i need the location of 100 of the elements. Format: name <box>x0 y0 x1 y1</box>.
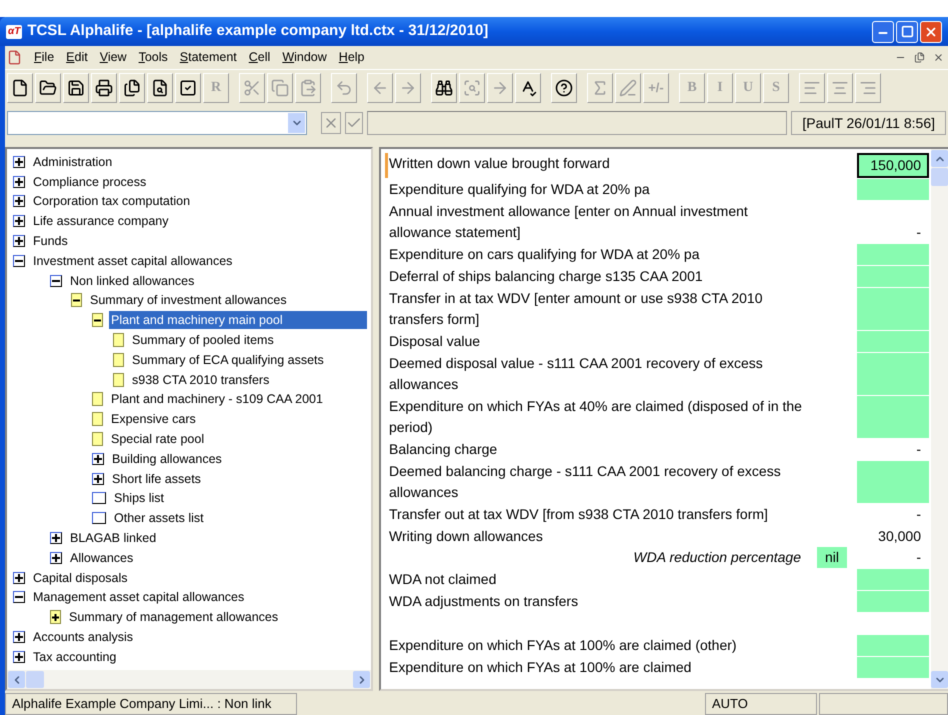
expand-plus-icon[interactable] <box>13 235 25 248</box>
row-label: Writing down allowances <box>388 526 544 546</box>
scroll-left-button[interactable] <box>8 671 25 688</box>
tree-item[interactable]: Summary of ECA qualifying assets <box>130 350 326 369</box>
document-minus-icon[interactable] <box>71 293 82 308</box>
tree-item[interactable]: Non linked allowances <box>68 272 196 290</box>
menu-item[interactable]: View <box>100 48 127 67</box>
expand-plus-icon[interactable] <box>13 195 25 208</box>
scroll-thumb[interactable] <box>931 168 948 186</box>
formula-field[interactable] <box>367 111 788 135</box>
toolbar-button[interactable] <box>551 72 577 102</box>
vertical-scrollbar[interactable] <box>931 149 948 689</box>
collapse-minus-icon[interactable] <box>50 274 62 287</box>
toolbar-button[interactable] <box>35 72 61 102</box>
expand-plus-icon[interactable] <box>92 472 104 485</box>
tree-item[interactable]: Corporation tax computation <box>31 192 192 210</box>
menu-item[interactable]: Edit <box>66 48 88 67</box>
toolbar-button[interactable] <box>431 72 457 102</box>
tree-item[interactable]: Capital disposals <box>31 568 130 587</box>
toolbar-button[interactable] <box>175 72 201 102</box>
expand-plus-icon[interactable] <box>13 572 25 584</box>
percentage-field[interactable]: nil <box>816 547 847 568</box>
cancel-button[interactable] <box>321 112 341 134</box>
tree-item[interactable]: Expensive cars <box>109 410 198 428</box>
restore-icon[interactable] <box>914 52 925 63</box>
collapse-minus-icon[interactable] <box>13 254 25 267</box>
input-cell[interactable] <box>857 330 929 352</box>
toolbar-button[interactable] <box>119 72 145 102</box>
tree-item[interactable]: Tax accounting <box>31 648 118 666</box>
tree-item[interactable]: Summary of investment allowances <box>88 291 289 310</box>
expand-plus-icon[interactable] <box>13 156 25 168</box>
input-cell[interactable] <box>857 266 929 286</box>
expand-plus-icon[interactable] <box>92 452 104 465</box>
input-cell[interactable] <box>857 460 929 502</box>
tree-item[interactable]: Administration <box>31 152 114 171</box>
tree-item[interactable]: Plant and machinery - s109 CAA 2001 <box>109 390 325 408</box>
scroll-right-button[interactable] <box>353 671 370 688</box>
menu-item[interactable]: File <box>34 48 54 67</box>
input-cell[interactable] <box>857 568 929 590</box>
folder-icon <box>39 78 57 96</box>
input-cell[interactable] <box>857 244 929 264</box>
menu-item[interactable]: Statement <box>180 48 237 67</box>
tree-item[interactable]: Accounts analysis <box>31 628 136 646</box>
input-cell[interactable]: 150,000 <box>857 152 929 178</box>
expand-plus-icon[interactable] <box>50 552 62 564</box>
input-cell[interactable] <box>857 634 929 656</box>
menu-item[interactable]: Help <box>338 48 365 67</box>
tree-item[interactable]: Life assurance company <box>31 212 170 230</box>
app-logo: αT <box>6 24 22 38</box>
document-plus-icon[interactable] <box>50 610 61 624</box>
maximize-button[interactable] <box>896 20 918 42</box>
tree-item[interactable]: Summary of management allowances <box>67 608 280 626</box>
expand-plus-icon[interactable] <box>13 215 25 228</box>
scroll-down-button[interactable] <box>931 671 948 688</box>
tree-item[interactable]: Other assets list <box>112 509 206 528</box>
tree-item[interactable]: Summary of pooled items <box>130 331 276 350</box>
tree-item[interactable]: Management asset capital allowances <box>31 588 246 606</box>
tree-item[interactable]: Allowances <box>68 548 136 567</box>
input-cell[interactable] <box>857 352 929 394</box>
tree-item[interactable]: Funds <box>31 232 70 250</box>
input-cell[interactable] <box>857 288 929 330</box>
toolbar-button[interactable] <box>515 72 541 102</box>
tree-item[interactable]: Compliance process <box>31 172 148 191</box>
dropdown-button[interactable] <box>288 113 305 133</box>
expand-plus-icon[interactable] <box>50 532 62 544</box>
toolbar-button[interactable] <box>63 72 89 102</box>
toolbar-button[interactable] <box>7 72 33 102</box>
horizontal-scrollbar[interactable] <box>7 670 371 689</box>
close-button[interactable] <box>920 20 942 42</box>
document-icon <box>113 333 124 348</box>
menu-item[interactable]: Window <box>282 48 327 67</box>
scroll-up-button[interactable] <box>931 150 948 167</box>
expand-plus-icon[interactable] <box>13 650 25 663</box>
document-minus-icon[interactable] <box>92 313 103 328</box>
tree-item[interactable]: Building allowances <box>110 450 224 468</box>
input-cell[interactable] <box>857 178 929 200</box>
row-label: Expenditure on which FYAs at 100% are claimed <box>388 658 692 677</box>
menu-item[interactable]: Tools <box>138 48 168 67</box>
tree-item[interactable]: Special rate pool <box>109 430 206 448</box>
minimize-button[interactable] <box>872 20 894 42</box>
input-cell[interactable] <box>857 656 929 678</box>
close-icon[interactable] <box>933 52 944 63</box>
menu-item[interactable]: Cell <box>248 48 270 67</box>
input-cell[interactable] <box>857 590 929 612</box>
confirm-button[interactable] <box>345 112 363 134</box>
input-cell[interactable] <box>857 396 929 438</box>
tree-item[interactable]: Ships list <box>112 489 166 508</box>
toolbar-button[interactable] <box>147 72 173 102</box>
collapse-minus-icon[interactable] <box>13 591 25 604</box>
empty-box-icon <box>92 492 106 504</box>
combo-box[interactable] <box>7 111 307 135</box>
expand-plus-icon[interactable] <box>13 631 25 644</box>
scroll-thumb[interactable] <box>26 671 44 688</box>
toolbar-button[interactable] <box>91 72 117 102</box>
tree-item[interactable]: Plant and machinery main pool <box>109 311 367 330</box>
tree-item[interactable]: Short life assets <box>110 470 203 488</box>
tree-item[interactable]: BLAGAB linked <box>68 529 158 548</box>
expand-plus-icon[interactable] <box>13 176 25 188</box>
tree-item[interactable]: Investment asset capital allowances <box>31 252 234 270</box>
tree-item[interactable]: s938 CTA 2010 transfers <box>130 370 272 389</box>
